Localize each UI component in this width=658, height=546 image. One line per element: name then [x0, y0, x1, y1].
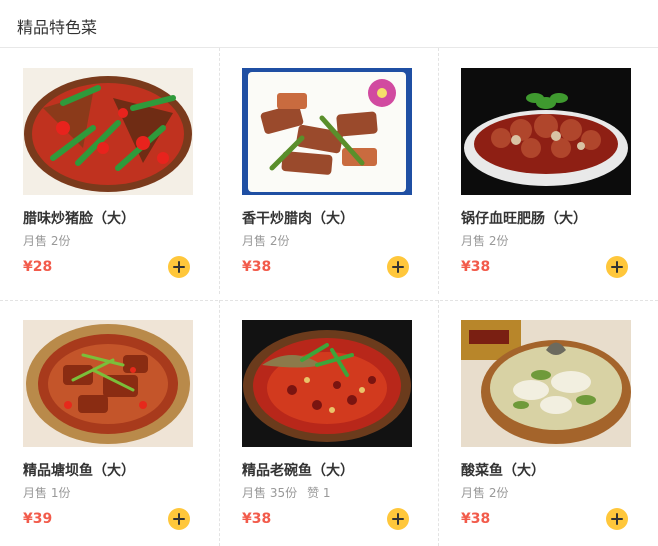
dish-photo-image: [242, 68, 412, 195]
dish-sales: 月售 1份: [23, 484, 70, 501]
dish-sales: 月售 2份: [461, 484, 508, 501]
add-to-cart-button[interactable]: [387, 508, 409, 530]
dish-sales: 月售 35份赞 1: [242, 484, 331, 501]
plus-icon: [397, 513, 399, 525]
dish-name[interactable]: 香干炒腊肉（大）: [242, 208, 354, 228]
dish-price: ¥38: [461, 259, 491, 275]
dish-sales: 月售 2份: [23, 232, 70, 249]
dish-card[interactable]: 精品老碗鱼（大） 月售 35份赞 1 ¥38: [219, 300, 439, 546]
dish-monthly-sales: 月售 2份: [461, 234, 509, 248]
dish-name[interactable]: 精品老碗鱼（大）: [242, 460, 354, 480]
dish-card[interactable]: 精品塘坝鱼（大） 月售 1份 ¥39: [0, 300, 220, 546]
add-to-cart-button[interactable]: [387, 256, 409, 278]
dish-photo-image: [23, 320, 193, 447]
dish-price: ¥39: [23, 511, 53, 527]
dish-monthly-sales: 月售 2份: [461, 486, 509, 500]
plus-icon: [397, 261, 399, 273]
dish-monthly-sales: 月售 2份: [23, 234, 71, 248]
dish-card[interactable]: 腊味炒猪脸（大） 月售 2份 ¥28: [0, 48, 220, 294]
dish-likes: 赞 1: [307, 486, 331, 500]
plus-icon: [616, 261, 618, 273]
dish-name[interactable]: 锅仔血旺肥肠（大）: [461, 208, 587, 228]
add-to-cart-button[interactable]: [606, 256, 628, 278]
dish-monthly-sales: 月售 35份: [242, 486, 298, 500]
dish-photo[interactable]: [461, 320, 631, 447]
dish-monthly-sales: 月售 1份: [23, 486, 71, 500]
section-title: 精品特色菜: [17, 18, 98, 37]
dish-name[interactable]: 腊味炒猪脸（大）: [23, 208, 135, 228]
dish-photo[interactable]: [242, 68, 412, 195]
dish-card[interactable]: 锅仔血旺肥肠（大） 月售 2份 ¥38: [438, 48, 658, 294]
dish-price: ¥28: [23, 259, 53, 275]
dish-photo-image: [23, 68, 193, 195]
dish-photo[interactable]: [242, 320, 412, 447]
dish-name[interactable]: 精品塘坝鱼（大）: [23, 460, 135, 480]
dish-name[interactable]: 酸菜鱼（大）: [461, 460, 545, 480]
dish-price: ¥38: [242, 259, 272, 275]
dish-photo-image: [461, 68, 631, 195]
section-header: 精品特色菜: [0, 0, 658, 48]
dish-sales: 月售 2份: [242, 232, 289, 249]
add-to-cart-button[interactable]: [606, 508, 628, 530]
dish-card[interactable]: 酸菜鱼（大） 月售 2份 ¥38: [438, 300, 658, 546]
plus-icon: [616, 513, 618, 525]
dish-photo[interactable]: [23, 320, 193, 447]
add-to-cart-button[interactable]: [168, 256, 190, 278]
dish-price: ¥38: [461, 511, 491, 527]
dish-photo[interactable]: [461, 68, 631, 195]
dish-photo-image: [242, 320, 412, 447]
add-to-cart-button[interactable]: [168, 508, 190, 530]
dish-grid: 腊味炒猪脸（大） 月售 2份 ¥28 香干炒腊肉（大） 月售 2份 ¥38 锅仔…: [0, 48, 658, 546]
dish-photo-image: [461, 320, 631, 447]
dish-price: ¥38: [242, 511, 272, 527]
plus-icon: [178, 261, 180, 273]
dish-monthly-sales: 月售 2份: [242, 234, 290, 248]
dish-card[interactable]: 香干炒腊肉（大） 月售 2份 ¥38: [219, 48, 439, 294]
dish-photo[interactable]: [23, 68, 193, 195]
dish-sales: 月售 2份: [461, 232, 508, 249]
plus-icon: [178, 513, 180, 525]
